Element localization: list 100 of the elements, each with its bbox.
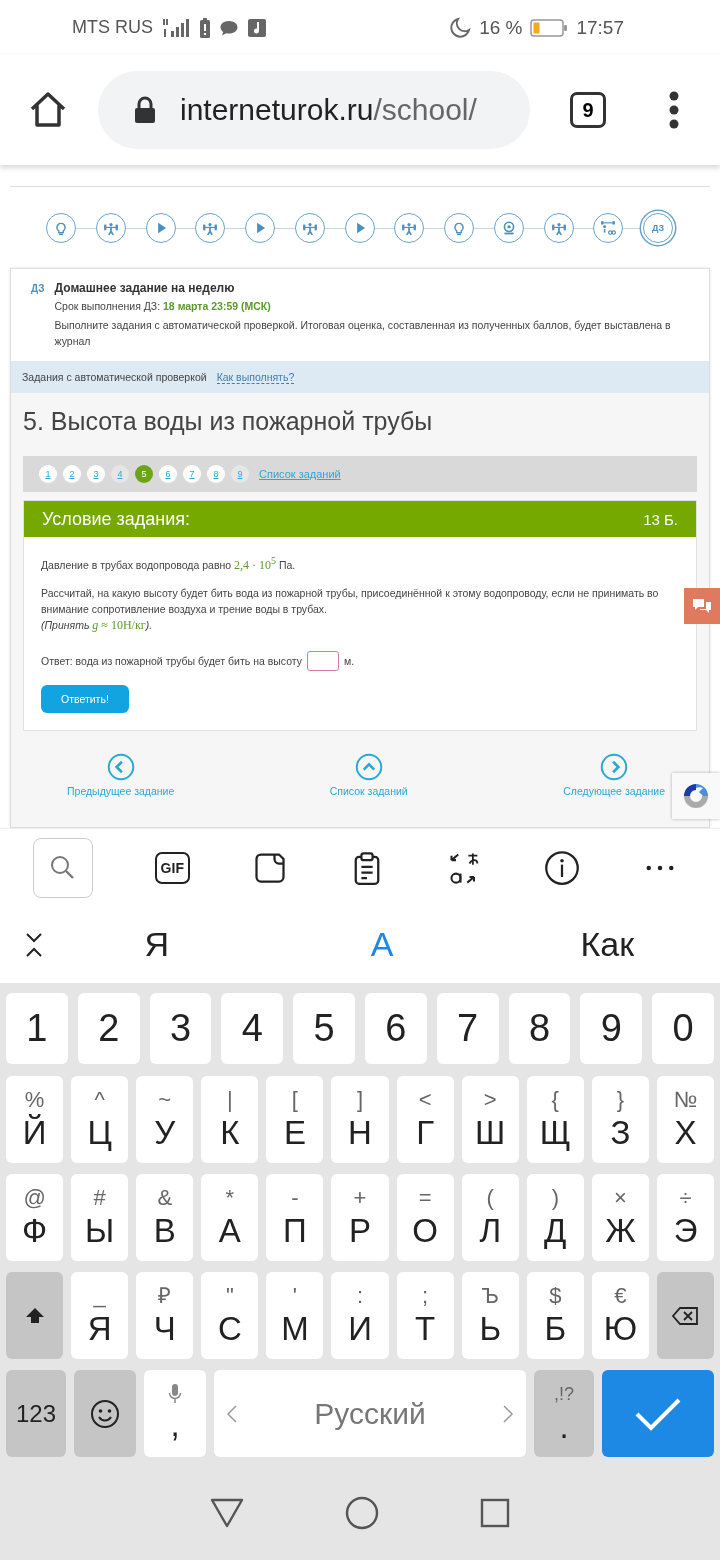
barbell-icon <box>301 220 318 236</box>
lesson-step[interactable] <box>145 213 176 243</box>
key[interactable]: | К <box>201 1076 259 1163</box>
carrier-name: MTS RUS <box>72 17 153 38</box>
battery-alert-icon <box>199 16 211 39</box>
menu-icon[interactable] <box>668 90 680 130</box>
gif-button[interactable]: GIF <box>154 851 190 884</box>
lesson-step[interactable] <box>46 213 76 243</box>
home-icon[interactable] <box>345 1495 379 1530</box>
key[interactable]: } З <box>591 1076 649 1163</box>
shift-key[interactable] <box>6 1272 64 1359</box>
key[interactable]: 5 <box>293 993 355 1064</box>
address-bar[interactable]: interneturok.ru/school/ <box>98 71 530 149</box>
home-icon[interactable] <box>28 90 68 130</box>
smiley-icon <box>90 1398 120 1429</box>
tab-count-button[interactable]: 9 <box>570 92 606 128</box>
key[interactable]: ₽ Ч <box>136 1272 194 1359</box>
lesson-step[interactable] <box>493 213 524 243</box>
lesson-step[interactable] <box>593 213 624 243</box>
key[interactable]: @ Ф <box>6 1174 64 1261</box>
homework-tag: ДЗ <box>31 281 45 349</box>
enter-key[interactable] <box>602 1370 714 1457</box>
key[interactable]: 7 <box>436 993 499 1064</box>
space-key[interactable]: Русский <box>214 1370 526 1457</box>
deadline-text: Срок выполнения ДЗ: 18 марта 23:59 (МСК) <box>54 299 272 314</box>
suggestion[interactable]: А <box>269 925 495 964</box>
key[interactable]: ^ Ц <box>71 1076 129 1163</box>
key[interactable]: 9 <box>580 993 643 1064</box>
key[interactable]: : И <box>331 1272 389 1359</box>
key[interactable]: $ Б <box>526 1272 584 1359</box>
key[interactable]: * А <box>201 1174 259 1261</box>
key[interactable]: ÷ Э <box>656 1174 715 1261</box>
key[interactable]: 0 <box>652 993 714 1064</box>
key[interactable]: ] Н <box>331 1076 389 1163</box>
barbell-icon <box>600 220 617 236</box>
chevron-left-icon <box>226 1403 238 1424</box>
period-key[interactable]: ,!? . <box>534 1370 594 1457</box>
key[interactable]: - П <box>266 1174 324 1261</box>
key[interactable]: ) Д <box>526 1174 584 1261</box>
lesson-step[interactable] <box>543 213 574 243</box>
key[interactable]: & В <box>136 1174 194 1261</box>
signal-icon <box>161 16 191 39</box>
chevron-right-icon <box>502 1403 514 1424</box>
key[interactable]: 4 <box>221 993 284 1064</box>
key[interactable]: % Й <box>6 1076 64 1163</box>
key[interactable]: " С <box>201 1272 259 1359</box>
barbell-icon <box>102 220 119 236</box>
suggestion[interactable]: Я <box>44 925 270 964</box>
key[interactable]: [ Е <box>266 1076 324 1163</box>
key[interactable]: × Ж <box>591 1174 649 1261</box>
lightbulb-icon <box>451 220 467 236</box>
key[interactable]: 2 <box>77 993 140 1064</box>
lesson-step[interactable] <box>394 213 425 243</box>
lesson-step[interactable] <box>294 213 325 243</box>
info-icon[interactable] <box>544 849 581 886</box>
key[interactable]: 6 <box>365 993 427 1064</box>
recents-icon[interactable] <box>479 1497 510 1528</box>
lesson-step[interactable] <box>195 213 226 243</box>
key[interactable]: ' М <box>266 1272 324 1359</box>
chat-button[interactable] <box>684 588 720 624</box>
backspace-key[interactable] <box>656 1272 715 1359</box>
emoji-key[interactable] <box>74 1370 136 1457</box>
lesson-step[interactable] <box>344 213 375 243</box>
lesson-step[interactable] <box>95 213 126 243</box>
points-value: 13 Б. <box>643 510 678 528</box>
search-button[interactable] <box>33 837 93 898</box>
homework-description: Выполните задания с автоматической проверкой. Итоговая оценка, составленная из полученных баллов, будет выставлена в журнал <box>54 318 672 349</box>
answer-field[interactable] <box>306 651 339 671</box>
lesson-step[interactable] <box>245 213 275 243</box>
key[interactable]: > Ш <box>461 1076 519 1163</box>
lock-icon <box>134 96 156 124</box>
barbell-icon <box>401 220 418 236</box>
key[interactable]: < Г <box>396 1076 454 1163</box>
comma-key[interactable]: , <box>144 1370 206 1457</box>
key[interactable]: ; Т <box>396 1272 454 1359</box>
collapse-icon[interactable] <box>24 930 44 959</box>
moon-icon <box>449 16 472 39</box>
chevron-up-icon[interactable] <box>354 753 383 781</box>
key[interactable]: _ Я <box>71 1272 129 1359</box>
key[interactable]: ( Л <box>461 1174 519 1261</box>
key[interactable]: € Ю <box>591 1272 649 1359</box>
chevron-right-icon[interactable] <box>600 753 629 781</box>
key[interactable]: 1 <box>6 993 68 1064</box>
key[interactable]: ~ У <box>136 1076 194 1163</box>
suggestion[interactable]: Как <box>494 925 720 964</box>
lesson-step[interactable]: ДЗ <box>643 213 673 243</box>
key[interactable]: = О <box>396 1174 454 1261</box>
key[interactable]: Ъ Ь <box>461 1272 519 1359</box>
homework-title: Домашнее задание на неделю <box>54 281 236 295</box>
lesson-step[interactable] <box>444 213 474 243</box>
key[interactable]: { Щ <box>526 1076 584 1163</box>
help-link[interactable]: Как выполнять? <box>216 370 295 384</box>
key[interactable]: + Р <box>331 1174 389 1261</box>
mode-key[interactable]: 123 <box>6 1370 66 1457</box>
key[interactable]: 3 <box>149 993 212 1064</box>
key[interactable]: № Х <box>656 1076 715 1163</box>
chevron-left-icon[interactable] <box>106 753 135 781</box>
back-icon[interactable] <box>210 1497 245 1528</box>
key[interactable]: 8 <box>508 993 571 1064</box>
key[interactable]: # Ы <box>71 1174 129 1261</box>
